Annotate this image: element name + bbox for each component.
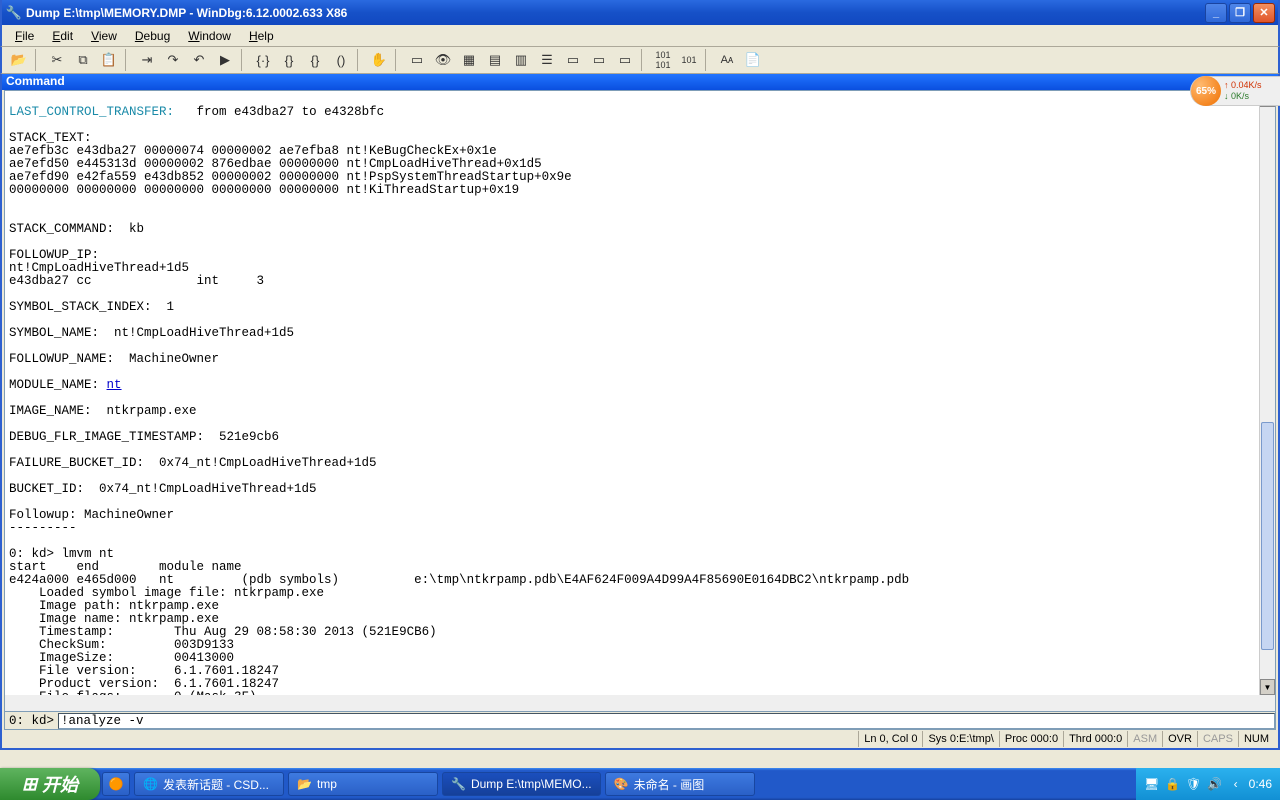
status-proc: Proc 000:0 bbox=[999, 731, 1063, 747]
command-input[interactable] bbox=[58, 713, 1275, 729]
system-tray[interactable]: 🖥 🔒 🛡 🔊 ‹ 0:46 bbox=[1136, 768, 1280, 800]
toolbar: 📂 ✂ ⧉ 📋 ⇥ ↷ ↶ ▶ {·} {} {} () ✋ ▭ 👁 ▦ ▤ ▥… bbox=[0, 46, 1280, 74]
module-link[interactable]: nt bbox=[107, 378, 122, 392]
window-title: Dump E:\tmp\MEMORY.DMP - WinDbg:6.12.000… bbox=[26, 6, 1205, 20]
window-titlebar: 🔧 Dump E:\tmp\MEMORY.DMP - WinDbg:6.12.0… bbox=[0, 0, 1280, 25]
locals-icon[interactable]: ▦ bbox=[457, 49, 481, 71]
tray-clock[interactable]: 0:46 bbox=[1249, 777, 1272, 791]
quicklaunch-1[interactable]: 🟠 bbox=[102, 772, 130, 796]
menu-view[interactable]: View bbox=[82, 27, 126, 45]
task-item-1[interactable]: 🌐发表新话题 - CSD... bbox=[134, 772, 284, 796]
source-icon[interactable]: 101101 bbox=[651, 49, 675, 71]
menu-debug[interactable]: Debug bbox=[126, 27, 179, 45]
watch-icon[interactable]: 👁 bbox=[431, 49, 455, 71]
brace-right-icon[interactable]: {} bbox=[303, 49, 327, 71]
taskbar: ⊞开始 🟠 🌐发表新话题 - CSD... 📂tmp 🔧Dump E:\tmp\… bbox=[0, 768, 1280, 800]
statusbar: Ln 0, Col 0 Sys 0:E:\tmp\ Proc 000:0 Thr… bbox=[0, 730, 1280, 750]
threads-icon[interactable]: ▭ bbox=[561, 49, 585, 71]
debug-output-pane: LAST_CONTROL_TRANSFER: from e43dba27 to … bbox=[4, 90, 1276, 712]
command-prompt-row: 0: kd> bbox=[4, 712, 1276, 730]
tray-icon-1[interactable]: 🖥 bbox=[1144, 776, 1160, 792]
processes-icon[interactable]: ▭ bbox=[587, 49, 611, 71]
scroll-down-icon[interactable]: ▼ bbox=[1260, 679, 1275, 695]
run-icon[interactable]: ▶ bbox=[213, 49, 237, 71]
task-item-2[interactable]: 📂tmp bbox=[288, 772, 438, 796]
options-icon[interactable]: 📄 bbox=[741, 49, 765, 71]
maximize-button[interactable]: ❐ bbox=[1229, 3, 1251, 23]
close-button[interactable]: ✕ bbox=[1253, 3, 1275, 23]
windbg-icon: 🔧 bbox=[451, 777, 466, 791]
panel-title: Command bbox=[0, 74, 1280, 90]
command-icon[interactable]: ▭ bbox=[613, 49, 637, 71]
tray-icon-4[interactable]: 🔊 bbox=[1207, 776, 1223, 792]
binary-icon[interactable]: 101 bbox=[677, 49, 701, 71]
cut-icon[interactable]: ✂ bbox=[45, 49, 69, 71]
status-num: NUM bbox=[1238, 731, 1274, 747]
net-up: ↑ 0.04K/s bbox=[1224, 80, 1262, 91]
status-sys: Sys 0:E:\tmp\ bbox=[922, 731, 998, 747]
task-item-4[interactable]: 🎨未命名 - 画图 bbox=[605, 772, 755, 796]
status-ln: Ln 0, Col 0 bbox=[858, 731, 922, 747]
step-over-icon[interactable]: ↷ bbox=[161, 49, 185, 71]
status-ovr: OVR bbox=[1162, 731, 1197, 747]
status-thrd: Thrd 000:0 bbox=[1063, 731, 1127, 747]
minimize-button[interactable]: _ bbox=[1205, 3, 1227, 23]
folder-icon: 📂 bbox=[297, 777, 312, 791]
callstack-icon[interactable]: ☰ bbox=[535, 49, 559, 71]
menu-file[interactable]: File bbox=[6, 27, 43, 45]
menu-edit[interactable]: Edit bbox=[43, 27, 82, 45]
globe-icon: 🌐 bbox=[143, 777, 158, 791]
vertical-scrollbar[interactable]: ▲ ▼ bbox=[1259, 91, 1275, 695]
copy-icon[interactable]: ⧉ bbox=[71, 49, 95, 71]
open-icon[interactable]: 📂 bbox=[7, 49, 31, 71]
hand-icon[interactable]: ✋ bbox=[367, 49, 391, 71]
paste-icon[interactable]: 📋 bbox=[97, 49, 121, 71]
start-button[interactable]: ⊞开始 bbox=[0, 768, 100, 800]
brace-mid-icon[interactable]: {} bbox=[277, 49, 301, 71]
app-icon: 🔧 bbox=[6, 5, 22, 21]
menubar: File Edit View Debug Window Help bbox=[0, 25, 1280, 46]
menu-window[interactable]: Window bbox=[179, 27, 240, 45]
menu-help[interactable]: Help bbox=[240, 27, 283, 45]
tray-expand-icon[interactable]: ‹ bbox=[1228, 776, 1244, 792]
network-meter[interactable]: 65% ↑ 0.04K/s ↓ 0K/s bbox=[1190, 76, 1280, 106]
prompt-label: 0: kd> bbox=[5, 714, 58, 728]
brace-left-icon[interactable]: {·} bbox=[251, 49, 275, 71]
registers-icon[interactable]: ▭ bbox=[405, 49, 429, 71]
step-into-icon[interactable]: ⇥ bbox=[135, 49, 159, 71]
par-icon[interactable]: () bbox=[329, 49, 353, 71]
tray-icon-2[interactable]: 🔒 bbox=[1165, 776, 1181, 792]
task-item-3[interactable]: 🔧Dump E:\tmp\MEMO... bbox=[442, 772, 601, 796]
cpu-pct-badge: 65% bbox=[1191, 76, 1221, 106]
memory-icon[interactable]: ▥ bbox=[509, 49, 533, 71]
net-down: ↓ 0K/s bbox=[1224, 91, 1262, 102]
step-out-icon[interactable]: ↶ bbox=[187, 49, 211, 71]
scroll-thumb[interactable] bbox=[1261, 422, 1274, 651]
font-icon[interactable]: Aᴀ bbox=[715, 49, 739, 71]
status-asm: ASM bbox=[1127, 731, 1162, 747]
status-caps: CAPS bbox=[1197, 731, 1238, 747]
tray-icon-3[interactable]: 🛡 bbox=[1186, 776, 1202, 792]
disasm-icon[interactable]: ▤ bbox=[483, 49, 507, 71]
paint-icon: 🎨 bbox=[614, 777, 629, 791]
horizontal-scrollbar[interactable] bbox=[5, 695, 1275, 711]
debug-output-text[interactable]: LAST_CONTROL_TRANSFER: from e43dba27 to … bbox=[5, 91, 1259, 695]
